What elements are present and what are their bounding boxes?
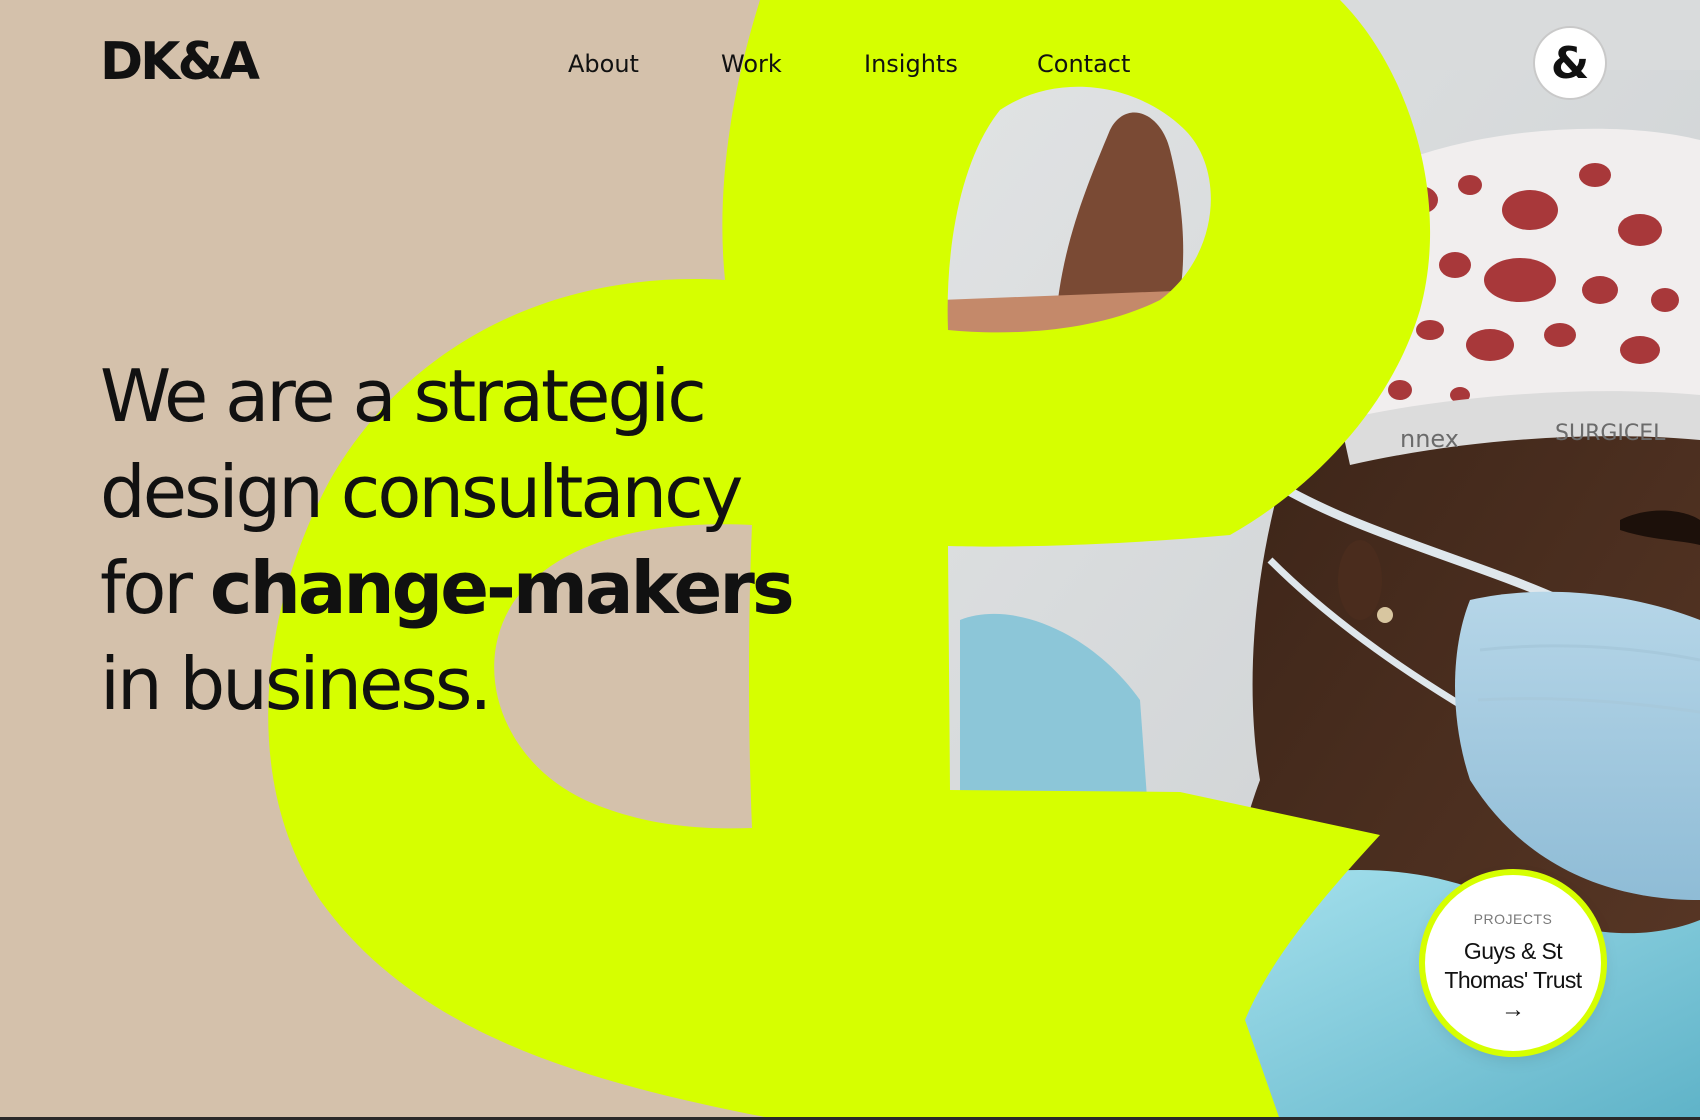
nav-work[interactable]: Work [721,46,782,82]
project-name-line-1: Guys & St [1463,938,1563,964]
headline-emphasis: change-makers [209,546,795,630]
project-eyebrow: PROJECTS [1473,911,1553,927]
project-name: Guys & St Thomas' Trust [1433,937,1593,995]
logo[interactable]: DK&A [100,32,260,92]
arrow-right-icon[interactable]: → [1425,995,1601,1025]
headline-line-4: in business. [100,642,492,726]
headline-line-1: We are a strategic [100,354,707,438]
headline-line-3-prefix: for [100,546,210,630]
hero-headline: We are a strategic design consultancy fo… [100,348,820,732]
cap-text-1: nnex [1400,425,1459,453]
project-card[interactable]: PROJECTS Guys & St Thomas' Trust → [1425,875,1601,1051]
cap-text-2: SURGICEL [1555,421,1666,446]
nav-about[interactable]: About [568,46,639,82]
project-name-line-2: Thomas' Trust [1444,967,1582,993]
nav-contact[interactable]: Contact [1037,46,1130,82]
ampersand-icon[interactable]: & [1535,28,1605,98]
headline-line-2: design consultancy [100,450,743,534]
nav-insights[interactable]: Insights [864,46,958,82]
